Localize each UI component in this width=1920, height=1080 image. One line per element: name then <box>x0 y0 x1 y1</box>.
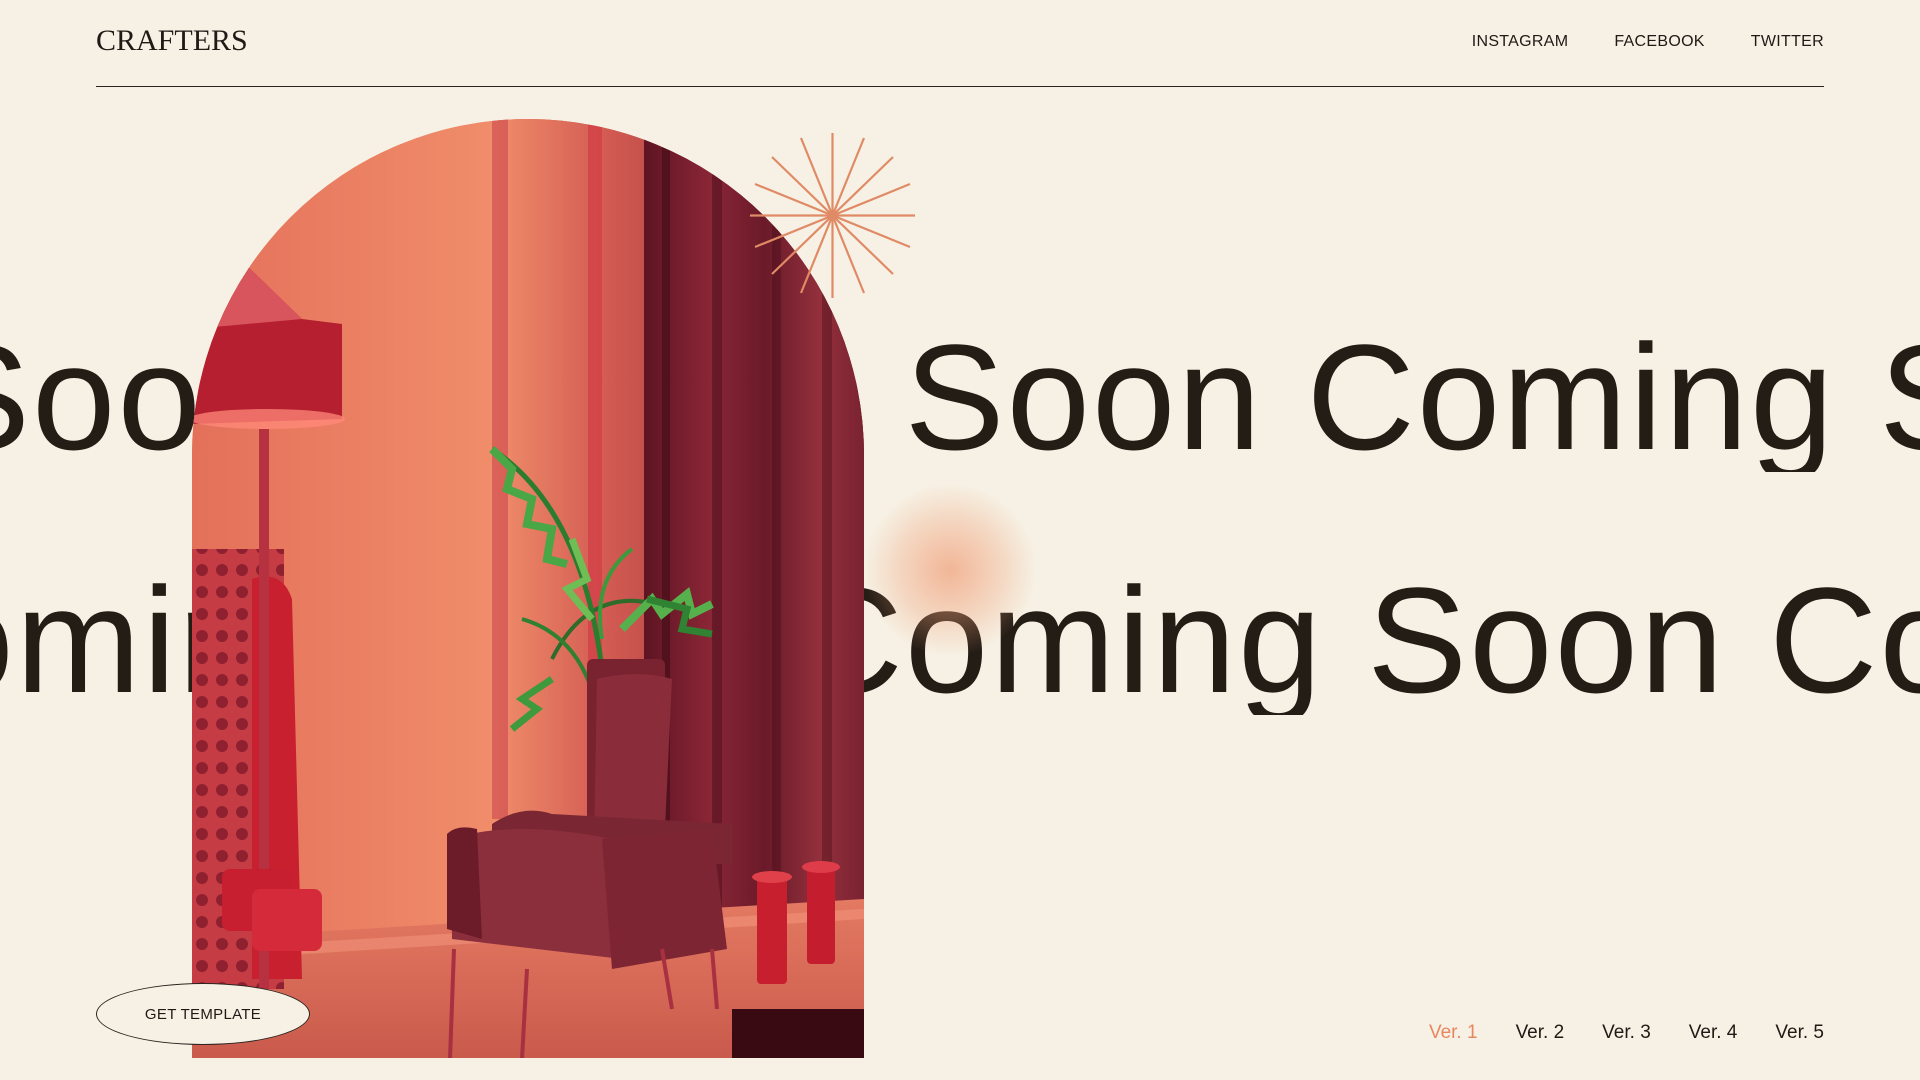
version-5-link[interactable]: Ver. 5 <box>1775 1022 1824 1044</box>
version-3-link[interactable]: Ver. 3 <box>1602 1022 1651 1044</box>
logo[interactable]: CRAFTERS <box>96 24 248 58</box>
nav-instagram-link[interactable]: INSTAGRAM <box>1472 33 1569 51</box>
get-template-button[interactable]: GET TEMPLATE <box>96 983 310 1045</box>
version-2-link[interactable]: Ver. 2 <box>1516 1022 1565 1044</box>
nav-facebook-link[interactable]: FACEBOOK <box>1614 33 1704 51</box>
site-header: CRAFTERS INSTAGRAM FACEBOOK TWITTER <box>96 0 1824 87</box>
starburst-decoration <box>750 133 915 298</box>
version-1-link[interactable]: Ver. 1 <box>1429 1022 1478 1044</box>
social-nav: INSTAGRAM FACEBOOK TWITTER <box>1472 33 1824 51</box>
version-4-link[interactable]: Ver. 4 <box>1689 1022 1738 1044</box>
orange-glow-decoration <box>865 485 1035 655</box>
version-switcher: Ver. 1 Ver. 2 Ver. 3 Ver. 4 Ver. 5 <box>1429 1022 1824 1044</box>
nav-twitter-link[interactable]: TWITTER <box>1751 33 1824 51</box>
